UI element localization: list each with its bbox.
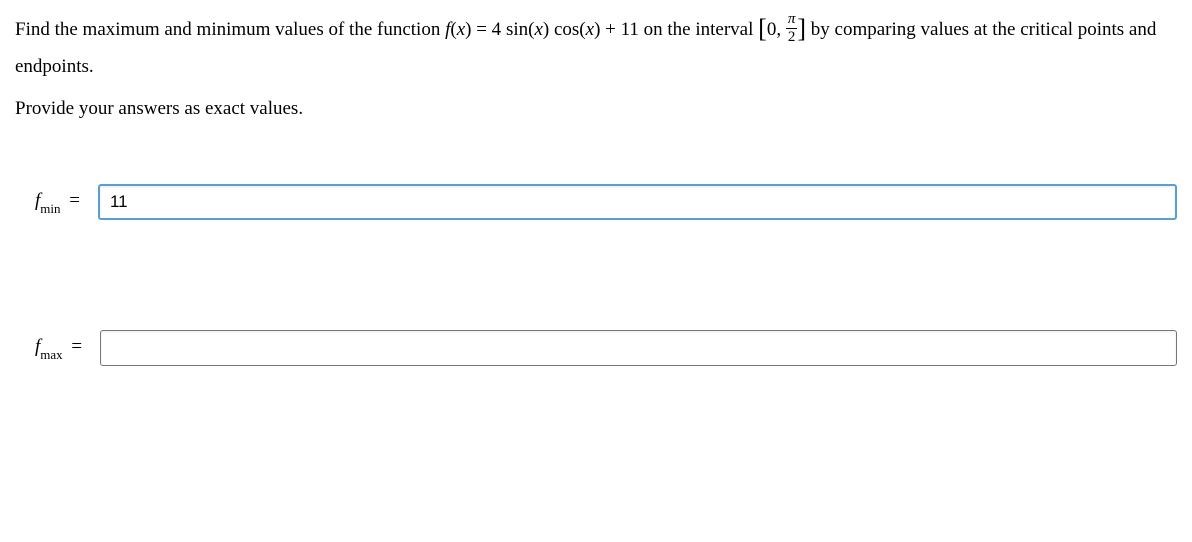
fmin-row: fmin = [15,184,1177,220]
frac-den: 2 [786,29,798,45]
cos-func: cos [554,19,579,40]
interval-start: 0, [767,19,786,40]
fmax-row: fmax = [15,330,1177,366]
fmax-input[interactable] [100,330,1177,366]
fmin-label: fmin = [35,190,84,215]
bracket-open: [ [758,14,767,43]
sin-func: sin [506,19,528,40]
instruction-text: Provide your answers as exact values. [15,94,1177,124]
fmax-sub: max [40,347,62,362]
question-prefix: Find the maximum and minimum values of t… [15,19,445,40]
close1: ) [543,19,554,40]
fmax-equals: = [67,336,82,357]
fraction: π2 [786,12,798,45]
func-arg: x [457,19,465,40]
question-text: Find the maximum and minimum values of t… [15,10,1177,82]
frac-num: π [786,12,798,29]
close2: ) + 11 on the interval [594,19,758,40]
bracket-close: ] [797,14,806,43]
fmin-sub: min [40,201,60,216]
x2: x [586,19,594,40]
x1: x [534,19,542,40]
fmin-equals: = [65,190,80,211]
fmin-input[interactable] [98,184,1177,220]
func-rest: ) = 4 [465,19,506,40]
fmax-label: fmax = [35,336,86,361]
